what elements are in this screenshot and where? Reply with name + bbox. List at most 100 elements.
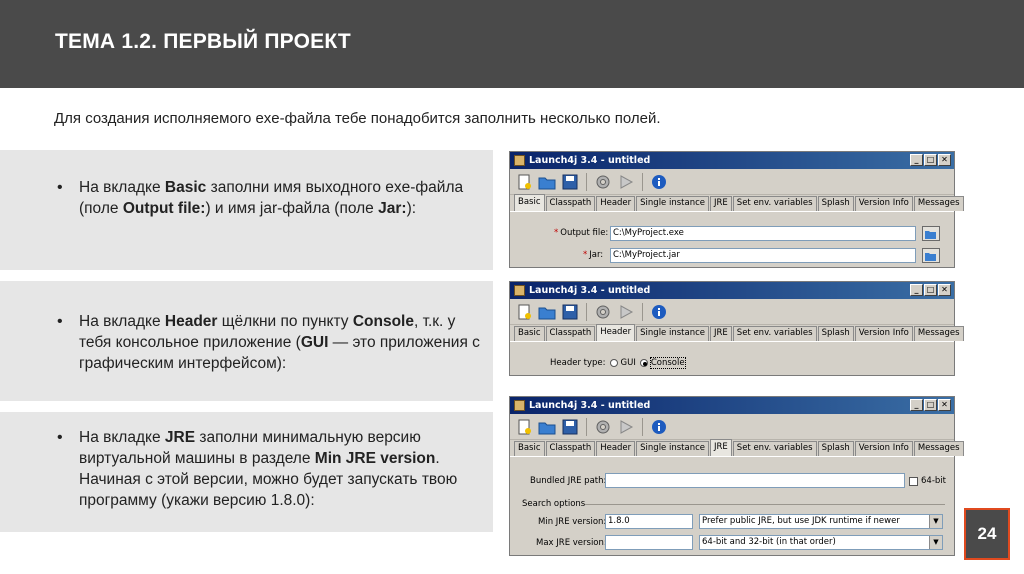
- app-icon: [514, 400, 525, 411]
- tab-splash[interactable]: Splash: [817, 441, 854, 456]
- max-jre-label: Max JRE version:: [536, 538, 607, 548]
- window-titlebar: Launch4j 3.4 - untitled _ □ ✕: [510, 152, 954, 169]
- tab-basic[interactable]: Basic: [514, 326, 545, 341]
- close-button[interactable]: ✕: [938, 154, 951, 166]
- close-button[interactable]: ✕: [938, 284, 951, 296]
- group-divider: [585, 504, 945, 505]
- run-icon[interactable]: [616, 302, 636, 322]
- tab-classpath[interactable]: Classpath: [545, 441, 596, 456]
- launch4j-window-basic: Launch4j 3.4 - untitled _ □ ✕ Basic Clas…: [509, 151, 964, 268]
- bullet-jre: На вкладке JRE заполни минимальную верси…: [57, 427, 483, 511]
- tab-single-instance[interactable]: Single instance: [636, 196, 709, 211]
- tab-header[interactable]: Header: [596, 324, 636, 341]
- jar-input[interactable]: C:\MyProject.jar: [610, 248, 916, 263]
- output-file-input[interactable]: C:\MyProject.exe: [610, 226, 916, 241]
- tab-version-info[interactable]: Version Info: [854, 196, 913, 211]
- open-folder-icon[interactable]: [537, 302, 557, 322]
- arch-value: 64-bit and 32-bit (in that order): [702, 537, 836, 547]
- tab-version-info[interactable]: Version Info: [854, 441, 913, 456]
- bullet-basic: На вкладке Basic заполни имя выходного e…: [57, 177, 483, 219]
- window-titlebar: Launch4j 3.4 - untitled _ □ ✕: [510, 282, 954, 299]
- bundled-jre-input[interactable]: [605, 473, 905, 488]
- window-titlebar: Launch4j 3.4 - untitled _ □ ✕: [510, 397, 954, 414]
- gear-icon[interactable]: [593, 172, 613, 192]
- new-file-icon[interactable]: [514, 302, 534, 322]
- info-icon[interactable]: [649, 172, 669, 192]
- tab-strip: Basic Classpath Header Single instance J…: [510, 439, 964, 457]
- minimize-button[interactable]: _: [910, 284, 923, 296]
- save-icon[interactable]: [560, 172, 580, 192]
- tab-splash[interactable]: Splash: [817, 326, 854, 341]
- gui-radio[interactable]: [609, 359, 618, 367]
- tab-set-env-variables[interactable]: Set env. variables: [732, 196, 817, 211]
- browse-folder-icon[interactable]: [922, 226, 940, 241]
- tab-basic[interactable]: Basic: [514, 194, 545, 211]
- header-band: ТЕМА 1.2. ПЕРВЫЙ ПРОЕКТ: [0, 0, 1024, 88]
- tab-classpath[interactable]: Classpath: [545, 196, 596, 211]
- save-icon[interactable]: [560, 417, 580, 437]
- close-button[interactable]: ✕: [938, 399, 951, 411]
- search-options-label: Search options: [522, 499, 586, 509]
- bit64-row: 64-bit: [909, 476, 946, 486]
- new-file-icon[interactable]: [514, 417, 534, 437]
- min-jre-input[interactable]: 1.8.0: [605, 514, 693, 529]
- tab-classpath[interactable]: Classpath: [545, 326, 596, 341]
- max-jre-input[interactable]: [605, 535, 693, 550]
- gear-icon[interactable]: [593, 302, 613, 322]
- header-type-label: Header type:: [550, 358, 606, 368]
- open-folder-icon[interactable]: [537, 417, 557, 437]
- tab-set-env-variables[interactable]: Set env. variables: [732, 441, 817, 456]
- tab-version-info[interactable]: Version Info: [854, 326, 913, 341]
- tab-messages[interactable]: Messages: [913, 441, 964, 456]
- page-title: ТЕМА 1.2. ПЕРВЫЙ ПРОЕКТ: [55, 30, 351, 53]
- minimize-button[interactable]: _: [910, 154, 923, 166]
- toolbar: [510, 414, 954, 440]
- tab-strip: Basic Classpath Header Single instance J…: [510, 324, 964, 342]
- arch-select[interactable]: 64-bit and 32-bit (in that order) ▼: [699, 535, 943, 550]
- tab-basic[interactable]: Basic: [514, 441, 545, 456]
- intro-text: Для создания исполняемого exe-файла тебе…: [54, 110, 661, 127]
- maximize-button[interactable]: □: [924, 399, 937, 411]
- save-icon[interactable]: [560, 302, 580, 322]
- bit64-label: 64-bit: [921, 476, 946, 486]
- bundled-jre-label: Bundled JRE path:: [530, 476, 607, 486]
- maximize-button[interactable]: □: [924, 284, 937, 296]
- tab-messages[interactable]: Messages: [913, 196, 964, 211]
- app-icon: [514, 285, 525, 296]
- panel-header: На вкладке Header щёлкни по пункту Conso…: [0, 281, 493, 401]
- output-file-label: * Output file:: [554, 228, 609, 238]
- info-icon[interactable]: [649, 302, 669, 322]
- browse-folder-icon[interactable]: [922, 248, 940, 263]
- page-number: 24: [964, 508, 1010, 560]
- tab-set-env-variables[interactable]: Set env. variables: [732, 326, 817, 341]
- launch4j-window-header: Launch4j 3.4 - untitled _ □ ✕ Basic Clas…: [509, 281, 964, 376]
- run-icon[interactable]: [616, 417, 636, 437]
- minimize-button[interactable]: _: [910, 399, 923, 411]
- tab-header[interactable]: Header: [596, 196, 636, 211]
- bullet-header: На вкладке Header щёлкни по пункту Conso…: [57, 311, 483, 374]
- chevron-down-icon[interactable]: ▼: [929, 515, 942, 528]
- tab-messages[interactable]: Messages: [913, 326, 964, 341]
- window-title: Launch4j 3.4 - untitled: [529, 155, 651, 166]
- console-radio[interactable]: [639, 359, 648, 367]
- new-file-icon[interactable]: [514, 172, 534, 192]
- tab-header[interactable]: Header: [596, 441, 636, 456]
- jdk-preference-value: Prefer public JRE, but use JDK runtime i…: [702, 516, 900, 526]
- run-icon[interactable]: [616, 172, 636, 192]
- open-folder-icon[interactable]: [537, 172, 557, 192]
- launch4j-window-jre: Launch4j 3.4 - untitled _ □ ✕ Basic Clas…: [509, 396, 964, 556]
- maximize-button[interactable]: □: [924, 154, 937, 166]
- chevron-down-icon[interactable]: ▼: [929, 536, 942, 549]
- tab-jre[interactable]: JRE: [710, 326, 732, 341]
- tab-splash[interactable]: Splash: [817, 196, 854, 211]
- console-radio-label: Console: [649, 357, 686, 369]
- tab-jre[interactable]: JRE: [710, 439, 732, 456]
- gear-icon[interactable]: [593, 417, 613, 437]
- tab-single-instance[interactable]: Single instance: [636, 326, 709, 341]
- tab-single-instance[interactable]: Single instance: [636, 441, 709, 456]
- tab-jre[interactable]: JRE: [710, 196, 732, 211]
- app-icon: [514, 155, 525, 166]
- info-icon[interactable]: [649, 417, 669, 437]
- jdk-preference-select[interactable]: Prefer public JRE, but use JDK runtime i…: [699, 514, 943, 529]
- bit64-checkbox[interactable]: [909, 476, 918, 486]
